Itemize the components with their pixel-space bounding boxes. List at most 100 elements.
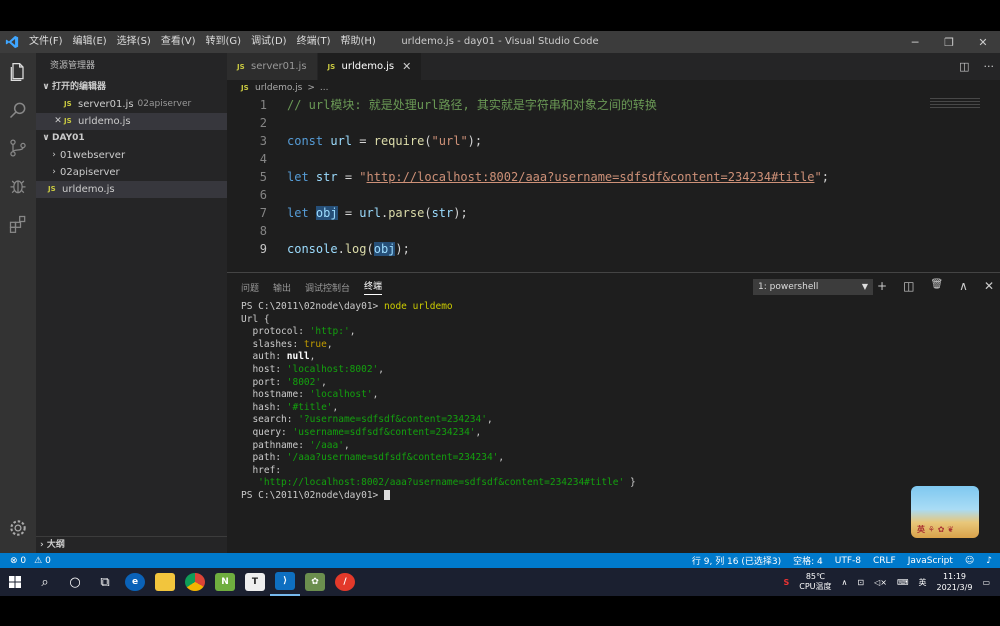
menu-item[interactable]: 调试(D) — [246, 31, 292, 53]
open-editor-item[interactable]: ✕ JS urldemo.js — [36, 113, 227, 130]
files-icon[interactable] — [0, 53, 36, 91]
breadcrumb: JS urldemo.js > ... — [227, 80, 1000, 96]
app-red-icon[interactable]: / — [330, 568, 360, 596]
keyboard-icon[interactable]: ⌨ — [897, 578, 909, 587]
tab-server01[interactable]: JS server01.js — [227, 53, 318, 80]
terminal-output[interactable]: PS C:\2011\02node\day01> node urldemo Url… — [241, 301, 636, 503]
code-line[interactable]: 3 const url = require("url"); — [227, 132, 987, 150]
chrome-icon[interactable] — [180, 568, 210, 596]
code-line[interactable]: 1 // url模块: 就是处理url路径, 其实就是字符串和对象之间的转换 — [227, 96, 987, 114]
terminal-token: port: — [241, 376, 287, 388]
code-line[interactable]: 5 let str = "http://localhost:8002/aaa?us… — [227, 168, 987, 186]
file-explorer-icon[interactable] — [150, 568, 180, 596]
menu-item[interactable]: 查看(V) — [156, 31, 201, 53]
code-line[interactable]: 6 — [227, 186, 987, 204]
more-actions-icon[interactable]: ··· — [984, 60, 995, 73]
code-line[interactable]: 8 — [227, 222, 987, 240]
search-icon[interactable]: ⌕ — [30, 568, 60, 596]
cortana-icon[interactable]: ○ — [60, 568, 90, 596]
notification-icon[interactable]: ▭ — [982, 578, 990, 587]
vscode-icon[interactable]: ⟩ — [270, 568, 300, 596]
cpu-temp[interactable]: 85℃ CPU温度 — [799, 572, 831, 592]
code-line[interactable]: 4 — [227, 150, 987, 168]
line-ending[interactable]: CRLF — [873, 556, 896, 566]
debug-icon[interactable] — [0, 167, 36, 205]
terminal-line: PS C:\2011\02node\day01> node urldemo — [241, 301, 636, 314]
terminal-token: 'localhost:8002' — [286, 363, 379, 375]
file-item[interactable]: JS urldemo.js — [36, 181, 227, 198]
source-control-icon[interactable] — [0, 129, 36, 167]
close-tab-icon[interactable]: ✕ — [402, 60, 411, 73]
maximize-button[interactable]: ❐ — [932, 31, 966, 53]
menu-item[interactable]: 选择(S) — [112, 31, 156, 53]
menu-item[interactable]: 文件(F) — [24, 31, 68, 53]
tray-app-icon[interactable]: S — [784, 578, 790, 587]
panel-tab[interactable]: 终端 — [364, 279, 383, 295]
search-icon[interactable] — [0, 91, 36, 129]
tab-urldemo[interactable]: JS urldemo.js ✕ — [317, 53, 423, 80]
terminal-line: href: — [241, 465, 636, 478]
terminal-token: 'http:' — [309, 326, 350, 338]
extensions-icon[interactable] — [0, 205, 36, 243]
volume-icon[interactable]: ◁× — [874, 578, 887, 587]
terminal-select[interactable]: 1: powershell ▼ — [753, 279, 873, 295]
terminal-token: hostname: — [241, 389, 310, 401]
js-file-icon: JS — [327, 62, 336, 71]
panel-tab[interactable]: 问题 — [241, 281, 259, 294]
folder-item[interactable]: › 02apiserver — [36, 164, 227, 181]
close-panel-icon[interactable]: ✕ — [984, 279, 994, 293]
clock[interactable]: 11:19 2021/3/9 — [937, 571, 973, 593]
settings-icon[interactable] — [0, 509, 36, 547]
notepad-plus-icon[interactable]: N — [210, 568, 240, 596]
bell-icon[interactable]: ♪ — [986, 556, 992, 566]
menu-item[interactable]: 帮助(H) — [336, 31, 381, 53]
terminal-line: pathname: '/aaa', — [241, 440, 636, 453]
new-terminal-icon[interactable]: + — [877, 279, 887, 293]
kill-terminal-icon[interactable]: 🗑 — [930, 279, 943, 293]
warnings-count[interactable]: ⚠ 0 — [34, 556, 51, 566]
outline-section[interactable]: › 大纲 — [36, 536, 227, 553]
network-icon[interactable]: ⊡ — [857, 578, 864, 587]
edge-icon[interactable]: e — [120, 568, 150, 596]
errors-count[interactable]: ⊗ 0 — [10, 556, 26, 566]
maximize-panel-icon[interactable]: ∧ — [959, 279, 968, 293]
terminal-token: , — [378, 363, 385, 375]
indentation[interactable]: 空格: 4 — [793, 554, 823, 567]
menu-item[interactable]: 终端(T) — [292, 31, 336, 53]
close-icon[interactable]: ✕ — [52, 113, 64, 130]
open-editor-item[interactable]: JS server01.js 02apiserver — [36, 96, 227, 113]
smiley-icon[interactable]: ☺ — [965, 556, 974, 566]
menu-item[interactable]: 转到(G) — [201, 31, 247, 53]
split-editor-icon[interactable]: ◫ — [959, 60, 969, 73]
cursor-position[interactable]: 行 9, 列 16 (已选择3) — [692, 554, 781, 567]
code-editor[interactable]: 1 // url模块: 就是处理url路径, 其实就是字符串和对象之间的转换 2 3 c… — [227, 96, 1000, 272]
code-line[interactable]: 7 let obj = url.parse(str); — [227, 204, 987, 222]
tab-label: server01.js — [251, 61, 307, 72]
ime-indicator[interactable]: 英 — [919, 577, 927, 588]
breadcrumb-file[interactable]: urldemo.js — [255, 83, 302, 93]
workspace-section[interactable]: ∨ DAY01 — [36, 130, 227, 147]
menu-item[interactable]: 编辑(E) — [68, 31, 112, 53]
typora-icon[interactable]: T — [240, 568, 270, 596]
open-editors-section[interactable]: ∨ 打开的编辑器 — [36, 79, 227, 96]
panel-tab[interactable]: 输出 — [273, 281, 291, 294]
panel-tab[interactable]: 调试控制台 — [305, 281, 350, 294]
code-line[interactable]: 9 console.log(obj); — [227, 240, 987, 258]
task-view-icon[interactable]: ⧉ — [90, 568, 120, 596]
language-mode[interactable]: JavaScript — [908, 556, 953, 566]
cpu-temp-value: 85℃ — [805, 572, 825, 581]
line-number: 8 — [259, 224, 267, 238]
folder-item[interactable]: › 01webserver — [36, 147, 227, 164]
close-window-button[interactable]: ✕ — [966, 31, 1000, 53]
terminal-panel: 问题 输出 调试控制台 终端 1: powershell ▼ + ◫ 🗑 ∧ ✕ PS… — [227, 272, 1000, 553]
encoding[interactable]: UTF-8 — [835, 556, 861, 566]
start-icon[interactable] — [0, 568, 30, 596]
terminal-token: pathname: — [241, 439, 310, 451]
split-terminal-icon[interactable]: ◫ — [903, 279, 914, 293]
tray-chevron-icon[interactable]: ∧ — [842, 578, 848, 587]
breadcrumb-symbol[interactable]: ... — [320, 83, 329, 93]
vscode-icon[interactable] — [0, 31, 24, 53]
code-line[interactable]: 2 — [227, 114, 987, 132]
game-icon[interactable]: ✿ — [300, 568, 330, 596]
minimize-button[interactable]: ─ — [898, 31, 932, 53]
